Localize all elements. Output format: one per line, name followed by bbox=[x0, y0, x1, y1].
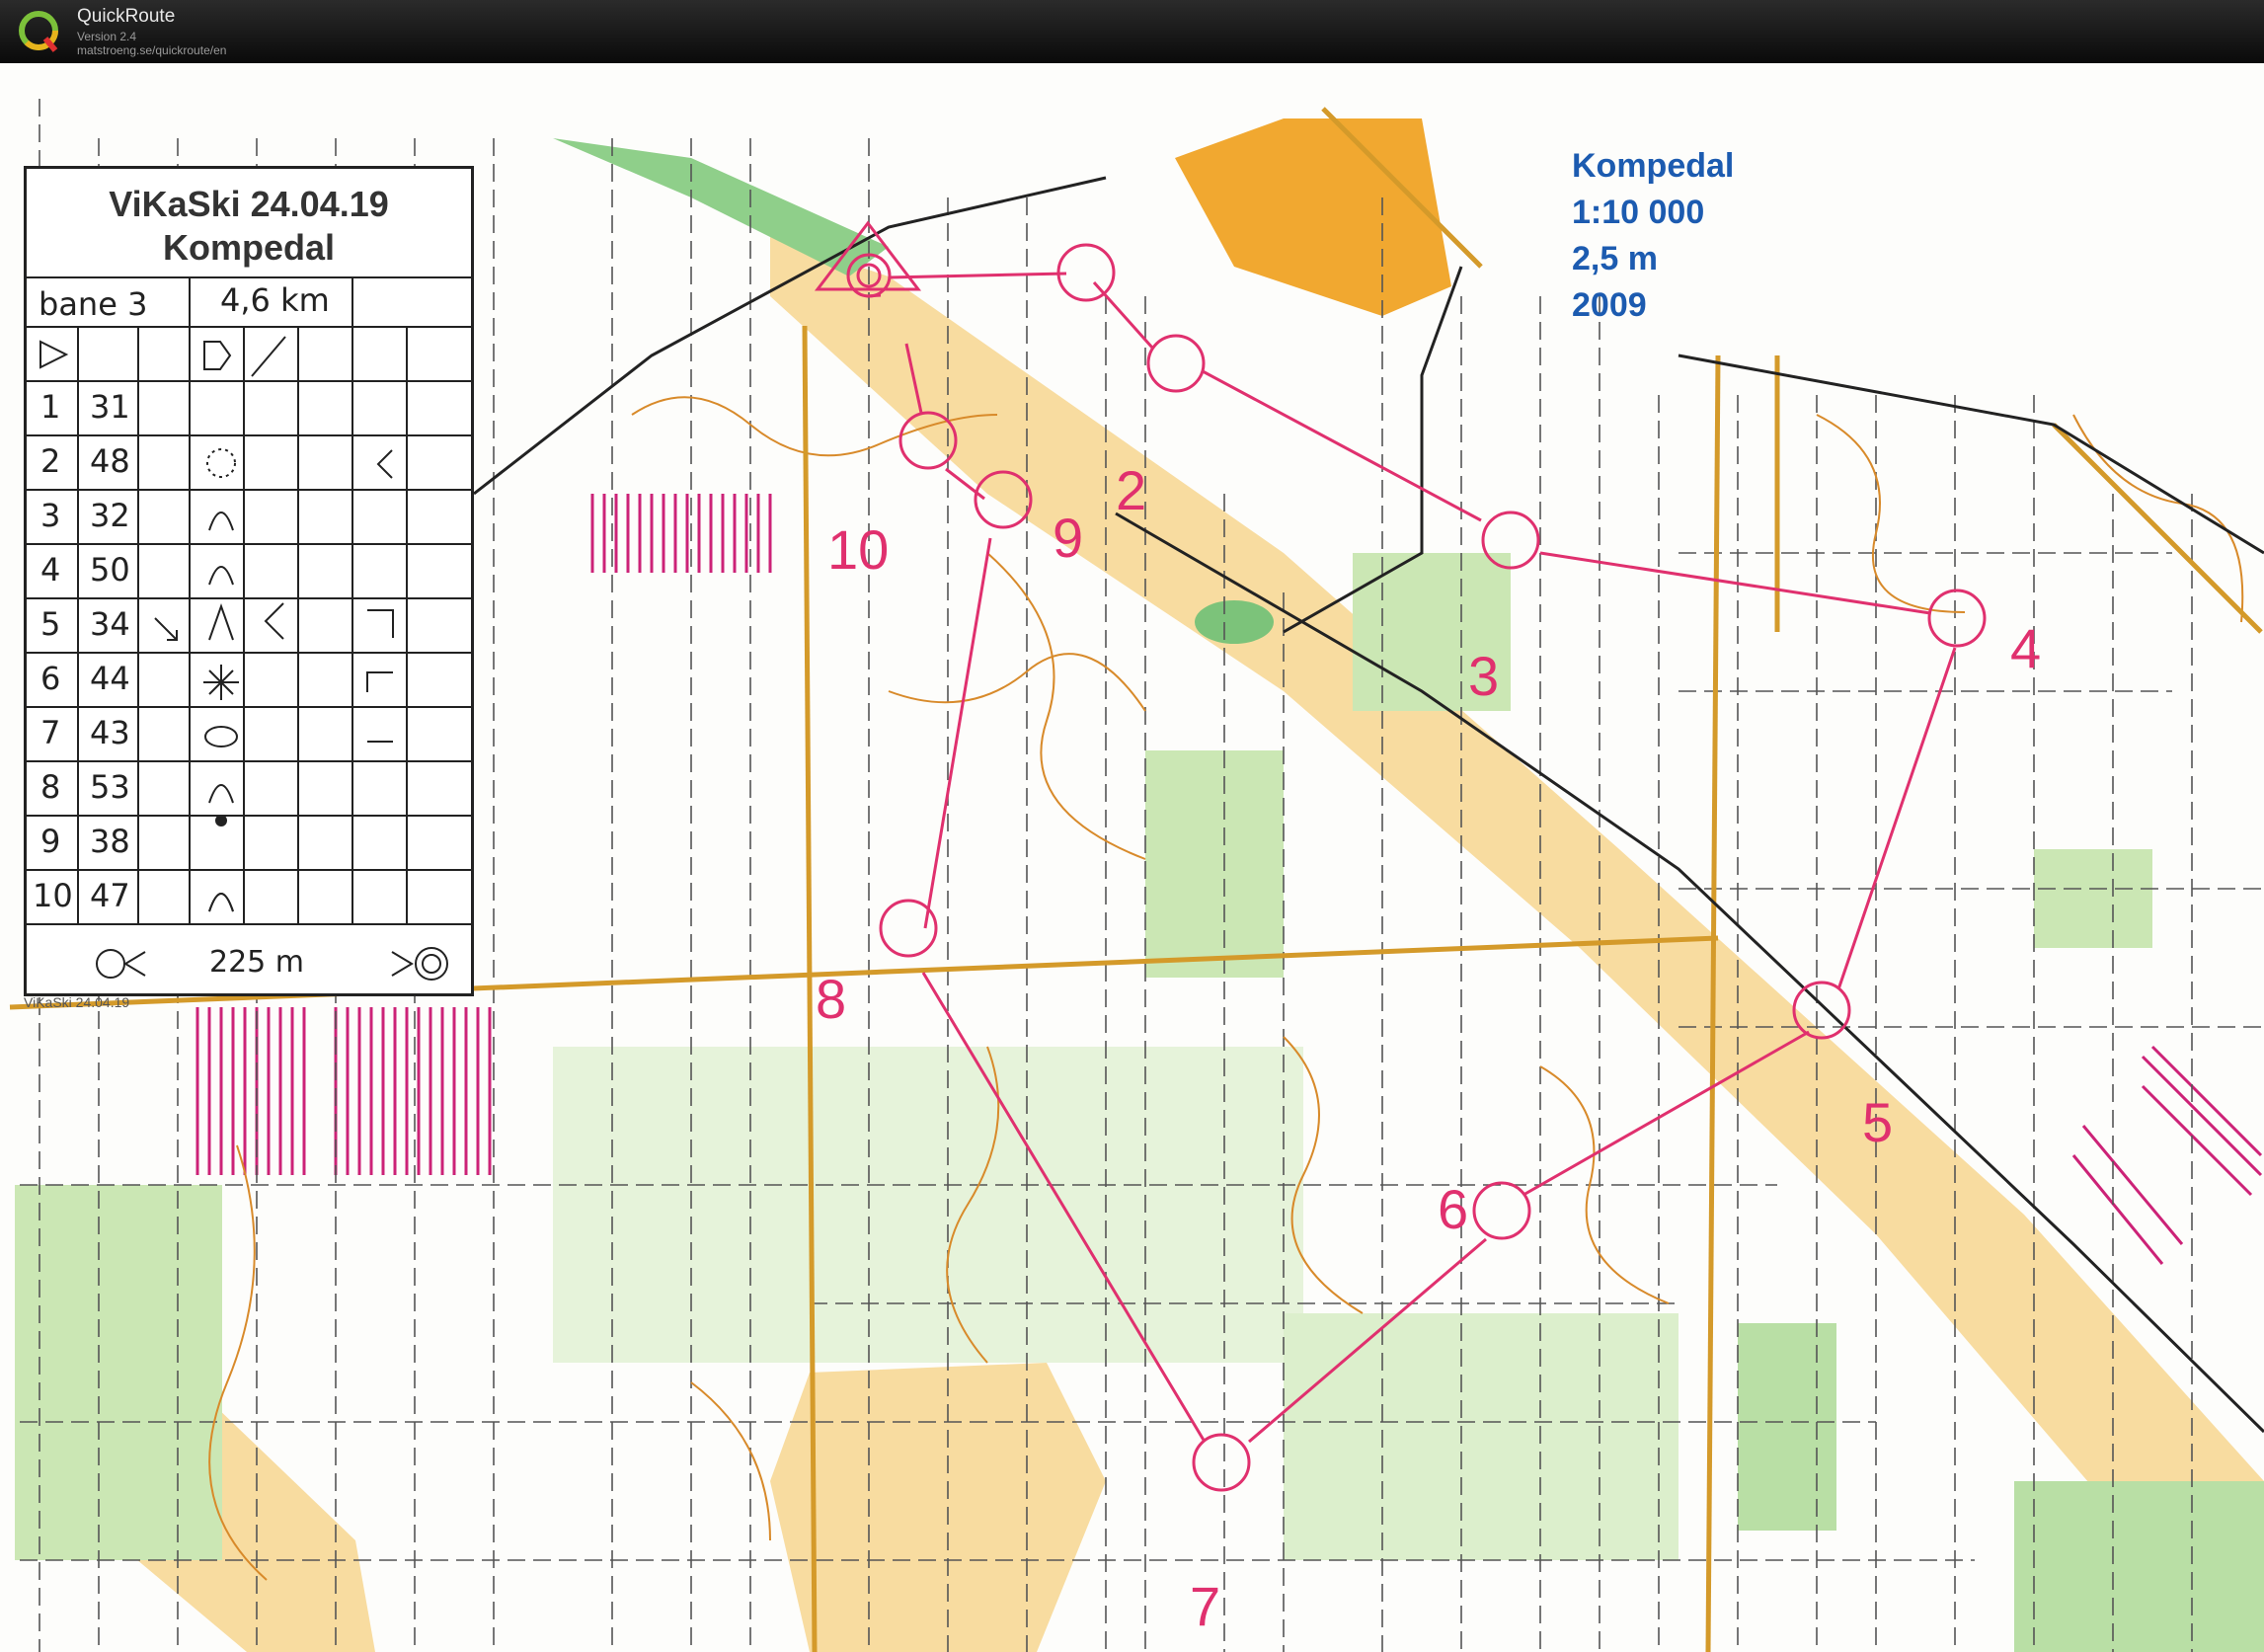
map-footer-text: ViKaSki 24.04.19 bbox=[24, 994, 130, 1010]
map-scale: 1:10 000 bbox=[1572, 194, 1705, 231]
legend-course-name: bane 3 bbox=[39, 285, 148, 323]
vegetation-patch bbox=[1145, 750, 1284, 978]
legend-control-code: 34 bbox=[90, 605, 130, 643]
vegetation-patch bbox=[15, 1185, 222, 1560]
app-titlebar: QuickRoute Version 2.4 matstroeng.se/qui… bbox=[0, 0, 2264, 63]
map-year: 2009 bbox=[1572, 286, 1647, 324]
vegetation-patch bbox=[1284, 1313, 1678, 1560]
vegetation-patch bbox=[2014, 1481, 2264, 1652]
control-number-3: 3 bbox=[1468, 645, 1500, 707]
legend-control-num: 8 bbox=[40, 768, 61, 806]
control-number-6: 6 bbox=[1438, 1178, 1469, 1240]
control-number-9: 9 bbox=[1053, 507, 1084, 569]
control-circle-5-outer bbox=[1792, 981, 1851, 1040]
map-contour-interval: 2,5 m bbox=[1572, 240, 1658, 277]
control-number-4: 4 bbox=[2010, 617, 2042, 679]
legend-control-code: 32 bbox=[90, 497, 130, 534]
dark-green-thicket bbox=[1195, 600, 1274, 644]
legend-control-num: 5 bbox=[40, 605, 61, 643]
control-circle-4 bbox=[1927, 589, 1987, 648]
legend-control-code: 53 bbox=[90, 768, 130, 806]
app-url-link[interactable]: matstroeng.se/quickroute/en bbox=[77, 43, 226, 57]
control-number-2: 2 bbox=[1116, 459, 1147, 521]
control-circle-6 bbox=[1472, 1181, 1531, 1240]
control-number-8: 8 bbox=[816, 968, 847, 1030]
open-land-south bbox=[770, 1363, 1106, 1652]
control-circle-8 bbox=[879, 899, 938, 958]
control-circle-1 bbox=[1056, 243, 1116, 302]
legend-control-num: 10 bbox=[33, 877, 73, 914]
app-version: Version 2.4 bbox=[77, 30, 137, 43]
legend-control-code: 38 bbox=[90, 823, 130, 860]
legend-course-length: 4,6 km bbox=[220, 281, 330, 319]
control-number-5: 5 bbox=[1862, 1091, 1894, 1153]
orange-building-area bbox=[1175, 118, 1451, 316]
control-circle-7 bbox=[1192, 1433, 1251, 1492]
legend-control-code: 48 bbox=[90, 442, 130, 480]
map-name: Kompedal bbox=[1572, 147, 1735, 185]
legend-control-num: 7 bbox=[40, 714, 61, 751]
legend-control-num: 1 bbox=[40, 388, 61, 426]
vegetation-patch bbox=[553, 1047, 1303, 1363]
legend-control-num: 9 bbox=[40, 823, 61, 860]
app-name: QuickRoute bbox=[77, 6, 176, 27]
legend-control-num: 3 bbox=[40, 497, 61, 534]
legend-finish-distance: 225 m bbox=[209, 945, 305, 980]
legend-control-code: 31 bbox=[90, 388, 130, 426]
vegetation-patch bbox=[1738, 1323, 1836, 1531]
control-description-sheet: ViKaSki 24.04.19 Kompedal bane 3 4,6 km … bbox=[24, 166, 474, 996]
legend-control-num: 6 bbox=[40, 660, 61, 697]
legend-control-code: 43 bbox=[90, 714, 130, 751]
control-number-7: 7 bbox=[1190, 1575, 1221, 1637]
legend-control-code: 50 bbox=[90, 551, 130, 589]
quickroute-logo-icon bbox=[19, 11, 58, 52]
vegetation-patch bbox=[2034, 849, 2152, 948]
legend-control-code: 47 bbox=[90, 877, 130, 914]
legend-control-code: 44 bbox=[90, 660, 130, 697]
legend-control-num: 4 bbox=[40, 551, 61, 589]
control-circle-2 bbox=[1146, 334, 1206, 393]
orienteering-map[interactable]: 2 3 4 5 6 7 8 9 10 Kompedal 1:10 000 2,5… bbox=[0, 63, 2264, 1652]
control-number-10: 10 bbox=[827, 518, 890, 581]
legend-control-num: 2 bbox=[40, 442, 61, 480]
